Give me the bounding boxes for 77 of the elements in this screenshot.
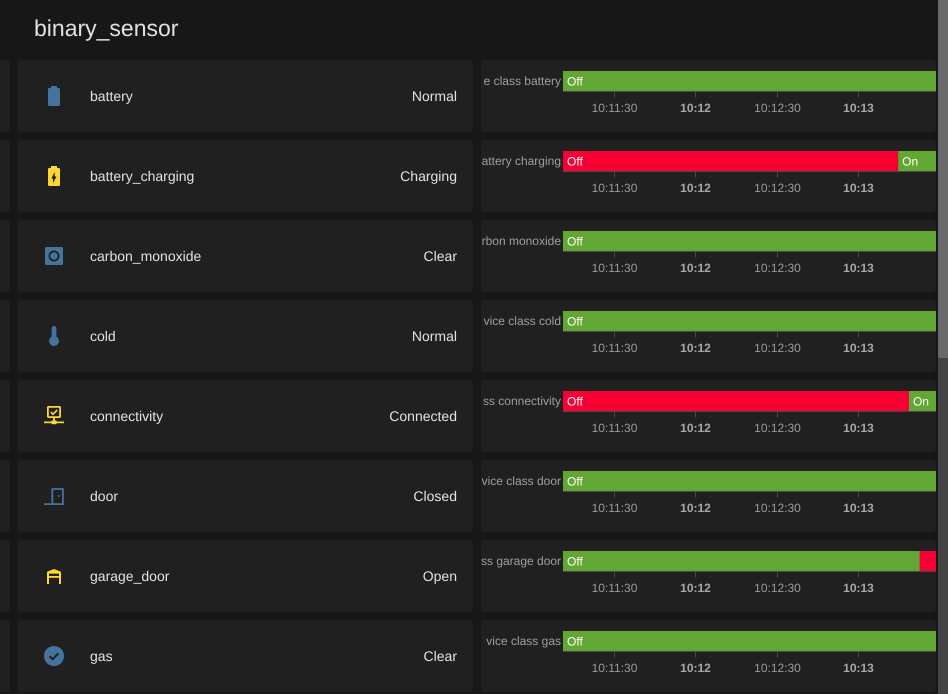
tick-label: 10:11:30 xyxy=(592,261,638,275)
tick-label: 10:13 xyxy=(843,181,874,195)
tick-label: 10:13 xyxy=(843,501,874,515)
tick-label: 10:11:30 xyxy=(592,181,638,195)
entity-state: Closed xyxy=(413,486,457,506)
entity-card[interactable]: battery Normal xyxy=(18,60,473,132)
category-label: vice class cold xyxy=(482,313,561,329)
segment-label: Off xyxy=(567,554,583,568)
entity-state: Normal xyxy=(412,326,457,346)
tick-label: 10:13 xyxy=(843,581,874,595)
category-label: rbon monoxide xyxy=(481,233,561,249)
tick-label: 10:12 xyxy=(680,661,711,675)
entity-state: Connected xyxy=(389,406,457,426)
segment-label: Off xyxy=(567,74,583,88)
tick-label: 10:13 xyxy=(843,261,874,275)
tick-label: 10:12:30 xyxy=(754,101,801,115)
tick-label: 10:12 xyxy=(680,581,711,595)
tick-label: 10:13 xyxy=(843,341,874,355)
segment-label: Off xyxy=(567,474,583,488)
segment-label: Off xyxy=(567,154,583,168)
entity-name: battery_charging xyxy=(90,166,194,186)
tick-label: 10:12:30 xyxy=(754,421,801,435)
category-label: ss garage door xyxy=(481,553,562,569)
entity-state: Clear xyxy=(424,246,457,266)
scrollbar-track[interactable] xyxy=(938,0,948,694)
tick-label: 10:12:30 xyxy=(754,581,801,595)
tick-label: 10:11:30 xyxy=(592,661,638,675)
tick-label: 10:11:30 xyxy=(592,501,638,515)
segment-label: On xyxy=(902,154,918,168)
category-label: vice class door xyxy=(481,473,561,489)
tick-label: 10:11:30 xyxy=(592,421,638,435)
tick-label: 10:12 xyxy=(680,181,711,195)
entity-card[interactable]: battery_charging Charging xyxy=(18,140,473,212)
tick-label: 10:12 xyxy=(680,261,711,275)
entity-name: door xyxy=(90,486,118,506)
tick-label: 10:13 xyxy=(843,421,874,435)
tick-label: 10:12 xyxy=(680,421,711,435)
entity-card[interactable]: gas Clear xyxy=(18,620,473,692)
tick-label: 10:12:30 xyxy=(754,661,801,675)
entity-name: gas xyxy=(90,646,113,666)
entity-state: Charging xyxy=(400,166,457,186)
tick-label: 10:12:30 xyxy=(754,261,801,275)
entity-name: connectivity xyxy=(90,406,164,426)
segment-label: Off xyxy=(567,634,583,648)
entity-name: battery xyxy=(90,86,133,106)
tick-label: 10:11:30 xyxy=(592,581,638,595)
tick-label: 10:12 xyxy=(680,501,711,515)
tick-label: 10:11:30 xyxy=(592,341,638,355)
category-label: e class battery xyxy=(482,73,561,89)
tick-label: 10:11:30 xyxy=(592,101,638,115)
tick-label: 10:12:30 xyxy=(754,501,801,515)
category-label: ss connectivity xyxy=(482,393,561,409)
entity-card[interactable]: carbon_monoxide Clear xyxy=(18,220,473,292)
scrollbar-thumb[interactable] xyxy=(938,0,948,358)
entity-state: Open xyxy=(422,566,457,586)
tick-label: 10:13 xyxy=(843,661,874,675)
tick-label: 10:12 xyxy=(680,101,711,115)
entity-card[interactable]: cold Normal xyxy=(18,300,473,372)
segment-label: Off xyxy=(567,314,583,328)
segment-label: Off xyxy=(567,394,583,408)
page-title: binary_sensor xyxy=(34,14,178,43)
segment-label: On xyxy=(912,394,929,408)
entity-name: cold xyxy=(90,326,116,346)
entity-name: carbon_monoxide xyxy=(90,246,202,266)
tick-label: 10:13 xyxy=(843,101,874,115)
entity-card[interactable]: connectivity Connected xyxy=(18,380,473,452)
entity-card[interactable]: garage_door Open xyxy=(18,540,473,612)
tick-label: 10:12:30 xyxy=(754,181,801,195)
category-label: vice class gas xyxy=(485,633,561,649)
entity-card[interactable]: door Closed xyxy=(18,460,473,532)
segment-label: Off xyxy=(567,234,583,248)
tick-label: 10:12:30 xyxy=(754,341,801,355)
tick-label: 10:12 xyxy=(680,341,711,355)
entity-state: Clear xyxy=(424,646,457,666)
entity-state: Normal xyxy=(412,86,457,106)
entity-name: garage_door xyxy=(90,566,170,586)
category-label: attery charging xyxy=(481,153,561,169)
